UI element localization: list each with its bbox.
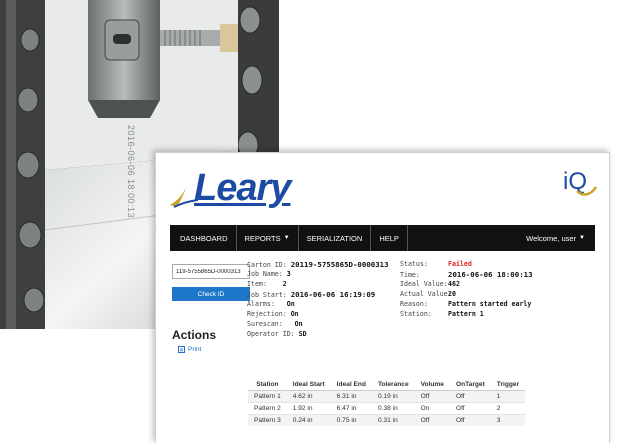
col-station: Station [248, 379, 287, 391]
info-reason: Reason: Pattern started early [400, 300, 532, 308]
iq-logo: iQ [563, 163, 598, 204]
status-badge: Failed [448, 260, 472, 268]
info-station: Station: Pattern 1 [400, 310, 484, 318]
table-cell: 1.92 in [286, 402, 331, 415]
table-cell: Off [449, 402, 491, 415]
col-ideal-end: Ideal End [330, 379, 372, 391]
info-status: Status: Failed [400, 260, 472, 268]
table-cell: 3 [490, 414, 526, 426]
nav-dashboard[interactable]: DASHBOARD [170, 225, 237, 251]
table-cell: Off [414, 414, 450, 426]
actions-heading: Actions [172, 328, 217, 342]
table-cell: 0.31 in [371, 414, 415, 426]
col-ideal-start: Ideal Start [286, 379, 331, 391]
info-time: Time: 2016-06-06 18:00:13 [400, 270, 533, 279]
table-row: Pattern 3 0.24 in 0.75 in 0.31 in Off Off 3 [248, 414, 526, 426]
user-menu[interactable]: Welcome, user ▼ [516, 234, 595, 243]
table-cell: 1 [490, 390, 526, 403]
info-item: Item: 2 [247, 280, 287, 288]
caret-down-icon: ▼ [579, 235, 585, 241]
table-cell: 0.19 in [371, 390, 415, 403]
table-cell: Pattern 3 [248, 414, 287, 426]
nav-reports[interactable]: REPORTS ▼ [237, 225, 299, 251]
station-table: Station Ideal Start Ideal End Tolerance … [248, 379, 526, 426]
info-rejection: Rejection: On [247, 310, 299, 318]
col-trigger: Trigger [490, 379, 526, 391]
info-job-name: Job Name: 3 [247, 270, 291, 278]
check-id-button[interactable]: Check ID [172, 287, 250, 301]
nav-help[interactable]: HELP [371, 225, 408, 251]
info-alarms: Alarms: On [247, 300, 295, 308]
app-window: Leary iQ DASHBOARD REPORTS ▼ SERIALIZATIO… [155, 152, 610, 443]
nav-serialization[interactable]: SERIALIZATION [299, 225, 372, 251]
table-cell: Off [449, 414, 491, 426]
info-ideal-value: Ideal Value:462 [400, 280, 460, 288]
table-row: Pattern 1 4.62 in 6.31 in 0.19 in Off Off 1 [248, 390, 526, 403]
table-cell: 4.62 in [286, 390, 331, 403]
caret-down-icon: ▼ [283, 235, 290, 241]
col-volume: Volume [414, 379, 450, 391]
svg-text:iQ: iQ [563, 168, 587, 195]
print-link[interactable]: Print [178, 346, 201, 353]
table-cell: 0.38 in [371, 402, 415, 415]
table-row: Pattern 2 1.92 in 6.47 in 0.38 in On Off 2 [248, 402, 526, 415]
info-surescan: Surescan: On [247, 320, 303, 328]
info-operator-id: Operator ID: SD [247, 330, 307, 338]
top-navbar: DASHBOARD REPORTS ▼ SERIALIZATION HELP We… [170, 225, 595, 251]
table-cell: 0.75 in [330, 414, 372, 426]
table-cell: 6.31 in [330, 390, 372, 403]
table-cell: Pattern 2 [248, 402, 287, 415]
imprint-text: 2016-06-06 18:00:13 [126, 125, 136, 218]
table-cell: Off [414, 390, 450, 403]
table-cell: Pattern 1 [248, 390, 287, 403]
col-tolerance: Tolerance [371, 379, 415, 391]
table-cell: On [414, 402, 450, 415]
info-carton-id: Carton ID: 20119-5755865D-0000313 [247, 260, 389, 269]
table-cell: 0.24 in [286, 414, 331, 426]
table-cell: Off [449, 390, 491, 403]
table-cell: 2 [490, 402, 526, 415]
info-actual-value: Actual Value:20 [400, 290, 456, 298]
table-cell: 6.47 in [330, 402, 372, 415]
leary-wordmark: Leary [194, 167, 291, 209]
carton-info-right: Status: Failed Time: 2016-06-06 18:00:13 I… [400, 260, 533, 320]
carton-id-input[interactable] [172, 264, 250, 279]
col-ontarget: OnTarget [449, 379, 491, 391]
table-header-row: Station Ideal Start Ideal End Tolerance … [248, 379, 526, 391]
carton-info-left: Carton ID: 20119-5755865D-0000313 Job Na… [247, 260, 389, 340]
print-icon [178, 346, 185, 353]
info-job-start: Job Start: 2016-06-06 16:19:09 [247, 290, 376, 299]
